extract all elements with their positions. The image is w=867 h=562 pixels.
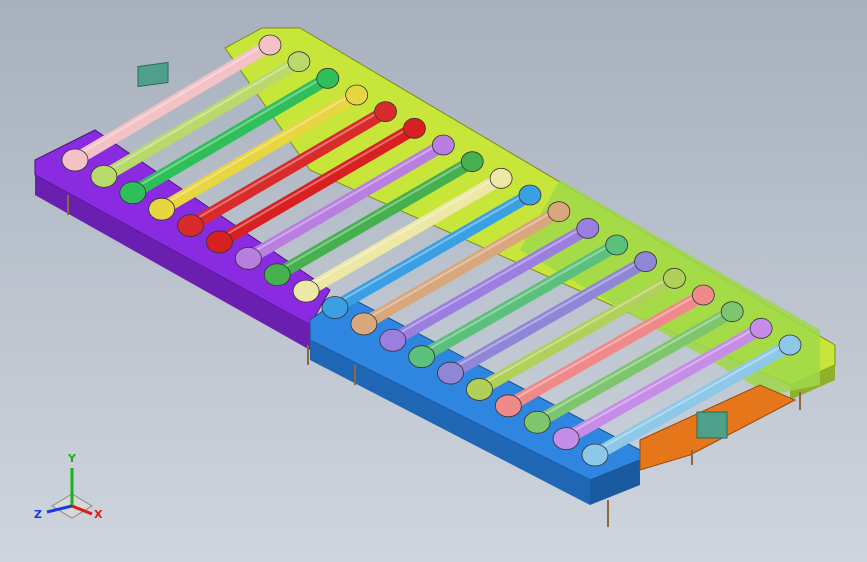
tube-front-cap-16[interactable] <box>494 394 522 418</box>
x-axis-label: X <box>94 508 103 521</box>
tube-front-cap-12[interactable] <box>379 328 407 352</box>
y-axis-label: Y <box>67 452 77 465</box>
tube-back-cap-1[interactable] <box>258 34 282 56</box>
tube-front-cap-14[interactable] <box>437 361 464 385</box>
tube-back-cap-2[interactable] <box>287 51 311 73</box>
teal-block-left[interactable] <box>137 61 169 88</box>
tube-back-cap-16[interactable] <box>691 284 715 306</box>
tube-front-cap-4[interactable] <box>148 197 176 221</box>
tube-front-cap-1[interactable] <box>61 148 89 172</box>
tube-back-cap-17[interactable] <box>720 301 744 323</box>
tube-back-cap-7[interactable] <box>431 134 455 156</box>
tube-front-cap-10[interactable] <box>321 296 349 319</box>
tube-front-cap-15[interactable] <box>466 378 493 401</box>
tube-back-cap-15[interactable] <box>663 267 686 289</box>
orientation-triad[interactable]: Y X Z <box>22 446 112 536</box>
tube-back-cap-5[interactable] <box>374 101 397 123</box>
tube-front-cap-2[interactable] <box>90 164 118 188</box>
tube-front-cap-6[interactable] <box>206 230 233 254</box>
tube-front-cap-9[interactable] <box>292 279 320 303</box>
tube-front-cap-7[interactable] <box>234 246 262 270</box>
tube-back-cap-9[interactable] <box>489 167 513 189</box>
tube-back-cap-10[interactable] <box>518 184 542 206</box>
tube-front-cap-19[interactable] <box>581 443 609 467</box>
tube-back-cap-12[interactable] <box>576 217 600 239</box>
tube-front-cap-3[interactable] <box>119 181 147 205</box>
tube-front-cap-8[interactable] <box>263 263 291 287</box>
tube-front-cap-18[interactable] <box>552 427 580 451</box>
tube-front-cap-13[interactable] <box>408 345 436 369</box>
tube-front-cap-11[interactable] <box>350 312 378 336</box>
tube-back-cap-6[interactable] <box>403 117 426 139</box>
cad-viewport[interactable]: Y X Z <box>0 0 867 562</box>
tube-front-cap-17[interactable] <box>523 410 551 434</box>
tube-back-cap-18[interactable] <box>749 317 773 339</box>
tube-front-cap-5[interactable] <box>177 214 204 237</box>
tube-back-cap-13[interactable] <box>605 234 629 256</box>
tube-back-cap-14[interactable] <box>634 251 657 273</box>
tube-back-cap-4[interactable] <box>345 84 369 106</box>
tube-back-cap-3[interactable] <box>316 67 340 89</box>
assembly-model[interactable] <box>0 0 867 562</box>
z-axis-label: Z <box>34 508 42 521</box>
tube-back-cap-11[interactable] <box>547 201 571 223</box>
tube-back-cap-19[interactable] <box>778 334 802 356</box>
teal-block-front[interactable] <box>696 411 728 439</box>
tube-back-cap-8[interactable] <box>460 151 484 173</box>
